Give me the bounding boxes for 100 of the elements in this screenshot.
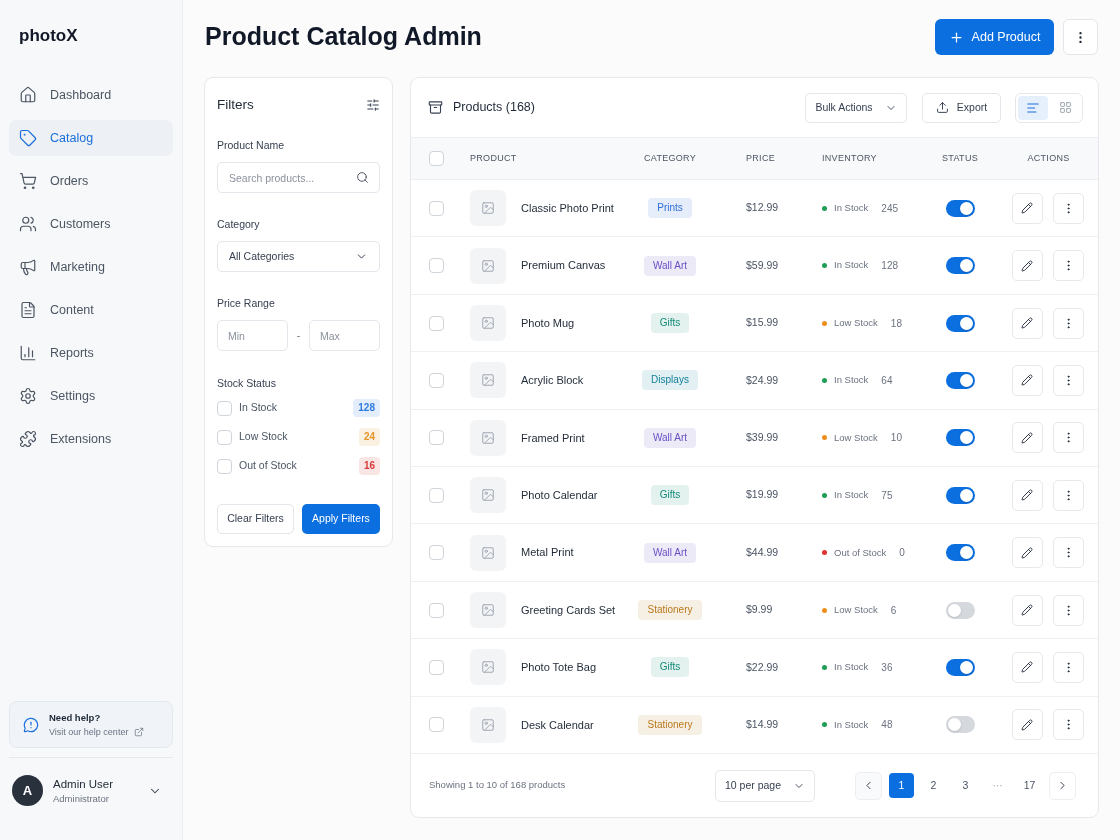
category-tag: Displays — [642, 370, 698, 391]
checkbox[interactable] — [217, 429, 232, 445]
row-checkbox[interactable] — [429, 659, 444, 675]
nav-item[interactable]: Catalog — [9, 120, 173, 156]
row-more-button[interactable] — [1052, 422, 1084, 454]
next-page-button[interactable] — [1049, 771, 1076, 800]
row-more-button[interactable] — [1052, 192, 1084, 224]
image-icon — [470, 305, 506, 341]
edit-button[interactable] — [1011, 192, 1043, 224]
edit-button[interactable] — [1011, 651, 1043, 683]
column-header: INVENTORY — [822, 151, 878, 165]
nav-item[interactable]: Reports — [9, 335, 173, 371]
count-badge: 16 — [358, 457, 380, 475]
min-price-field[interactable]: Min — [217, 320, 288, 351]
checkbox[interactable] — [217, 400, 232, 416]
row-more-button[interactable] — [1052, 651, 1084, 683]
select-all-checkbox[interactable] — [429, 151, 444, 166]
apply-filters-button[interactable]: Apply Filters — [302, 504, 380, 534]
column-header: PRICE — [745, 151, 776, 165]
page-button[interactable]: 17 — [1017, 773, 1042, 798]
row-more-button[interactable] — [1052, 594, 1084, 626]
add-product-button[interactable]: Add Product — [935, 19, 1054, 55]
stock-count: 0 — [899, 546, 905, 561]
nav-item[interactable]: Dashboard — [9, 77, 173, 113]
per-page-select[interactable]: 10 per page — [715, 769, 815, 802]
edit-button[interactable] — [1011, 594, 1043, 626]
stock-status: In Stock — [834, 258, 869, 273]
logo: photoX — [19, 25, 79, 47]
user-name: Admin User — [53, 776, 115, 791]
nav-item[interactable]: Settings — [9, 378, 173, 414]
upload-icon — [935, 101, 949, 114]
tag-icon — [19, 129, 37, 147]
export-button[interactable]: Export — [922, 92, 1001, 123]
status-toggle[interactable] — [945, 658, 975, 676]
image-icon — [470, 706, 506, 743]
status-toggle[interactable] — [945, 544, 975, 562]
status-toggle[interactable] — [945, 314, 975, 332]
row-checkbox[interactable] — [429, 315, 444, 331]
row-checkbox[interactable] — [429, 602, 444, 618]
edit-button[interactable] — [1011, 537, 1043, 569]
row-more-button[interactable] — [1052, 250, 1084, 282]
category-tag: Wall Art — [643, 255, 697, 276]
edit-button[interactable] — [1011, 364, 1043, 396]
help-link[interactable]: Visit our help center — [49, 725, 145, 738]
status-toggle[interactable] — [945, 371, 975, 389]
row-more-button[interactable] — [1052, 364, 1084, 396]
product-name: Acrylic Block — [521, 373, 584, 389]
row-checkbox[interactable] — [429, 487, 444, 503]
field-label: Category — [217, 217, 261, 231]
search-field[interactable]: Search products... — [217, 162, 380, 193]
filter-settings-button[interactable] — [366, 98, 380, 112]
product-name: Greeting Cards Set — [521, 602, 616, 618]
nav-item[interactable]: Content — [9, 292, 173, 328]
row-checkbox[interactable] — [429, 200, 444, 216]
row-checkbox[interactable] — [429, 372, 444, 388]
nav-item[interactable]: Orders — [9, 163, 173, 199]
price: $24.99 — [745, 372, 780, 388]
pencil-icon — [1021, 546, 1033, 559]
page-button[interactable]: 2 — [921, 773, 946, 798]
page-button[interactable]: 3 — [953, 773, 978, 798]
row-more-button[interactable] — [1052, 709, 1084, 741]
max-price-field[interactable]: Max — [309, 320, 380, 351]
row-more-button[interactable] — [1052, 537, 1084, 569]
nav-item[interactable]: Marketing — [9, 249, 173, 285]
row-checkbox[interactable] — [429, 545, 444, 561]
nav-item[interactable]: Customers — [9, 206, 173, 242]
category-tag: Wall Art — [643, 542, 697, 563]
status-toggle[interactable] — [945, 601, 975, 619]
status-toggle[interactable] — [945, 486, 975, 504]
edit-button[interactable] — [1011, 307, 1043, 339]
edit-button[interactable] — [1011, 479, 1043, 511]
row-more-button[interactable] — [1052, 479, 1084, 511]
row-checkbox[interactable] — [429, 258, 444, 274]
category-tag: Prints — [648, 198, 692, 219]
row-checkbox[interactable] — [429, 717, 444, 733]
checkbox[interactable] — [217, 458, 232, 474]
list-view-button[interactable] — [1018, 95, 1048, 120]
page-button[interactable]: 1 — [889, 773, 914, 798]
plus-icon — [948, 29, 964, 45]
more-options-button[interactable] — [1063, 19, 1098, 55]
image-icon — [470, 190, 506, 227]
nav-item[interactable]: Extensions — [9, 421, 173, 457]
category-select[interactable]: All Categories — [217, 241, 380, 272]
stock-status: Low Stock — [834, 315, 878, 330]
row-more-button[interactable] — [1052, 307, 1084, 339]
count-badge: 128 — [353, 399, 380, 417]
status-toggle[interactable] — [945, 429, 975, 447]
bulk-actions-dropdown[interactable]: Bulk Actions — [805, 92, 907, 123]
edit-button[interactable] — [1011, 422, 1043, 454]
previous-page-button[interactable] — [855, 771, 882, 800]
status-toggle[interactable] — [945, 257, 975, 275]
status-toggle[interactable] — [945, 199, 975, 217]
clear-filters-button[interactable]: Clear Filters — [217, 504, 294, 534]
price: $22.99 — [745, 659, 780, 675]
image-icon — [470, 362, 506, 399]
row-checkbox[interactable] — [429, 430, 444, 446]
edit-button[interactable] — [1011, 250, 1043, 282]
status-toggle[interactable] — [945, 716, 975, 734]
pencil-icon — [1021, 661, 1033, 674]
edit-button[interactable] — [1011, 709, 1043, 741]
